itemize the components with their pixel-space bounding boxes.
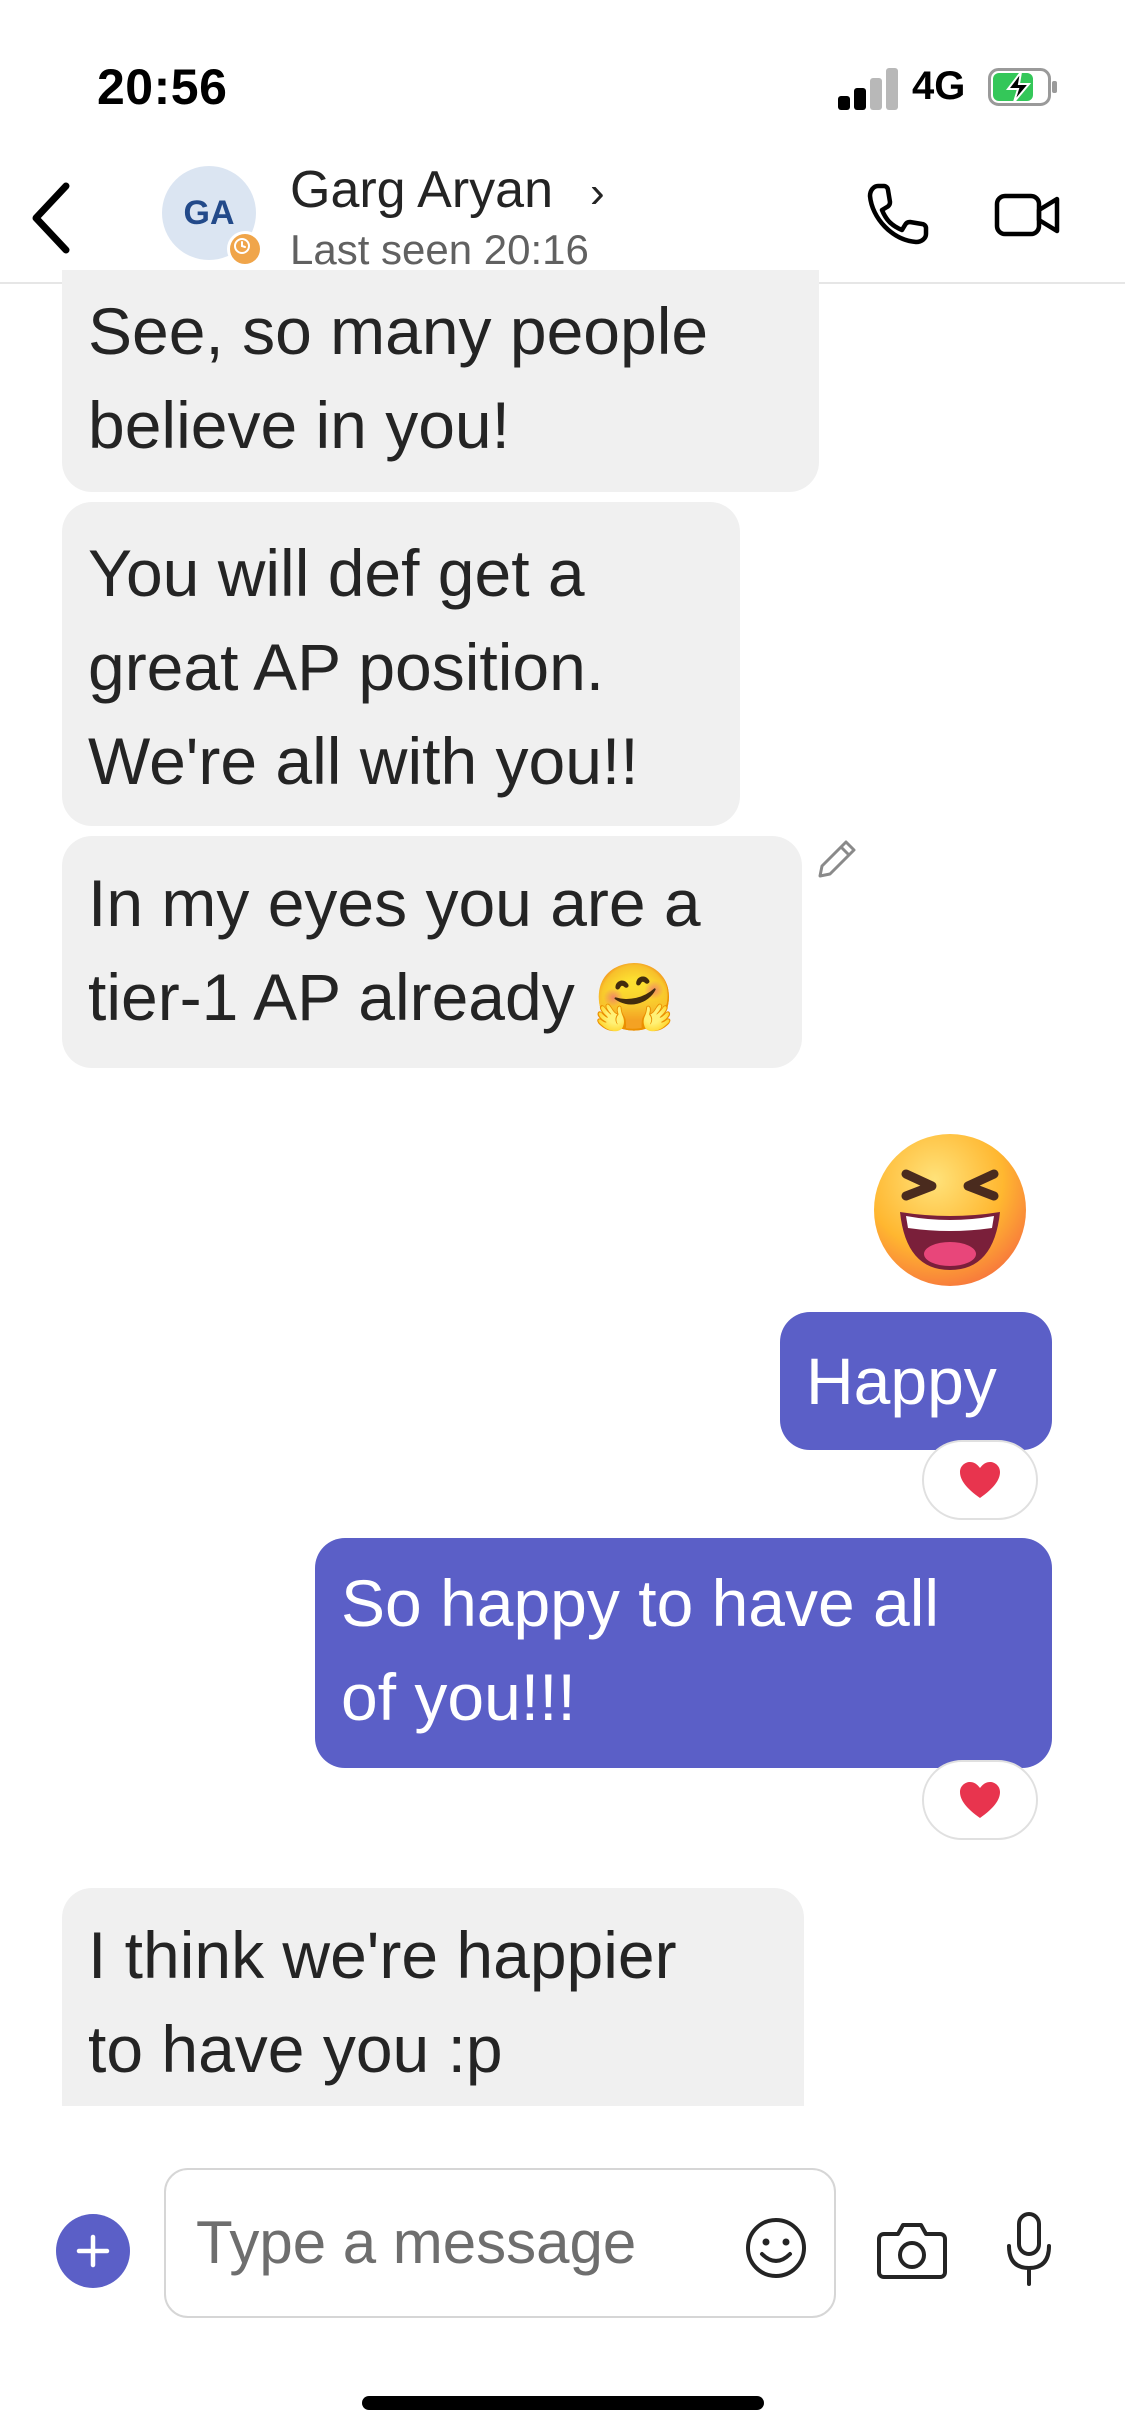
incoming-message[interactable]: In my eyes you are a tier-1 AP already 🤗 — [62, 836, 802, 1068]
message-line: You will def get a — [88, 536, 585, 610]
message-line: We're all with you!! — [88, 724, 639, 798]
heart-reaction[interactable] — [922, 1440, 1038, 1520]
add-attachment-button[interactable] — [56, 2214, 130, 2288]
message-line: of you!!! — [341, 1660, 576, 1734]
message-line: believe in you! — [88, 388, 510, 462]
message-line: to have you :p — [88, 2012, 503, 2086]
incoming-message[interactable]: I think we're happier to have you :p — [62, 1888, 804, 2106]
grinning-squinting-face-sticker[interactable] — [870, 1130, 1030, 1290]
message-line: I think we're happier — [88, 1918, 677, 1992]
clock-icon — [234, 238, 250, 254]
status-time: 20:56 — [97, 59, 228, 115]
video-call-icon[interactable] — [993, 184, 1063, 246]
signal-icon — [838, 66, 898, 110]
chat-screen: 20:56 4G GA Garg Aryan › Last seen 20:16 — [0, 0, 1125, 2436]
message-line: In my eyes you are a — [88, 866, 701, 940]
outgoing-message[interactable]: So happy to have all of you!!! — [315, 1538, 1052, 1768]
incoming-message[interactable]: See, so many people believe in you! — [62, 270, 819, 492]
phone-call-icon[interactable] — [862, 180, 932, 250]
incoming-message[interactable]: You will def get a great AP position. We… — [62, 502, 740, 826]
heart-icon — [960, 1462, 1000, 1498]
message-line: tier-1 AP already 🤗 — [88, 960, 676, 1034]
back-arrow-icon[interactable] — [26, 178, 76, 258]
outgoing-message[interactable]: Happy — [780, 1312, 1052, 1450]
message-line: great AP position. — [88, 630, 605, 704]
presence-away-badge — [227, 231, 263, 267]
message-line: See, so many people — [88, 294, 709, 368]
message-input[interactable]: Type a message — [164, 2168, 836, 2318]
message-line: Happy — [806, 1344, 997, 1418]
last-seen-status: Last seen 20:16 — [290, 226, 589, 273]
message-line: So happy to have all — [341, 1566, 940, 1640]
contact-name[interactable]: Garg Aryan — [290, 160, 553, 220]
emoji-icon[interactable] — [744, 2216, 808, 2280]
home-indicator[interactable] — [362, 2396, 764, 2410]
network-type: 4G — [912, 64, 966, 108]
chevron-right-icon[interactable]: › — [590, 168, 605, 218]
battery-charging-icon — [988, 68, 1057, 106]
edited-pencil-icon — [818, 840, 856, 878]
message-input-placeholder: Type a message — [196, 2209, 637, 2276]
camera-icon[interactable] — [876, 2216, 948, 2282]
plus-icon — [76, 2234, 110, 2268]
heart-icon — [960, 1782, 1000, 1818]
heart-reaction[interactable] — [922, 1760, 1038, 1840]
chat-header: GA Garg Aryan › Last seen 20:16 — [0, 160, 1125, 284]
microphone-icon[interactable] — [1004, 2210, 1054, 2290]
